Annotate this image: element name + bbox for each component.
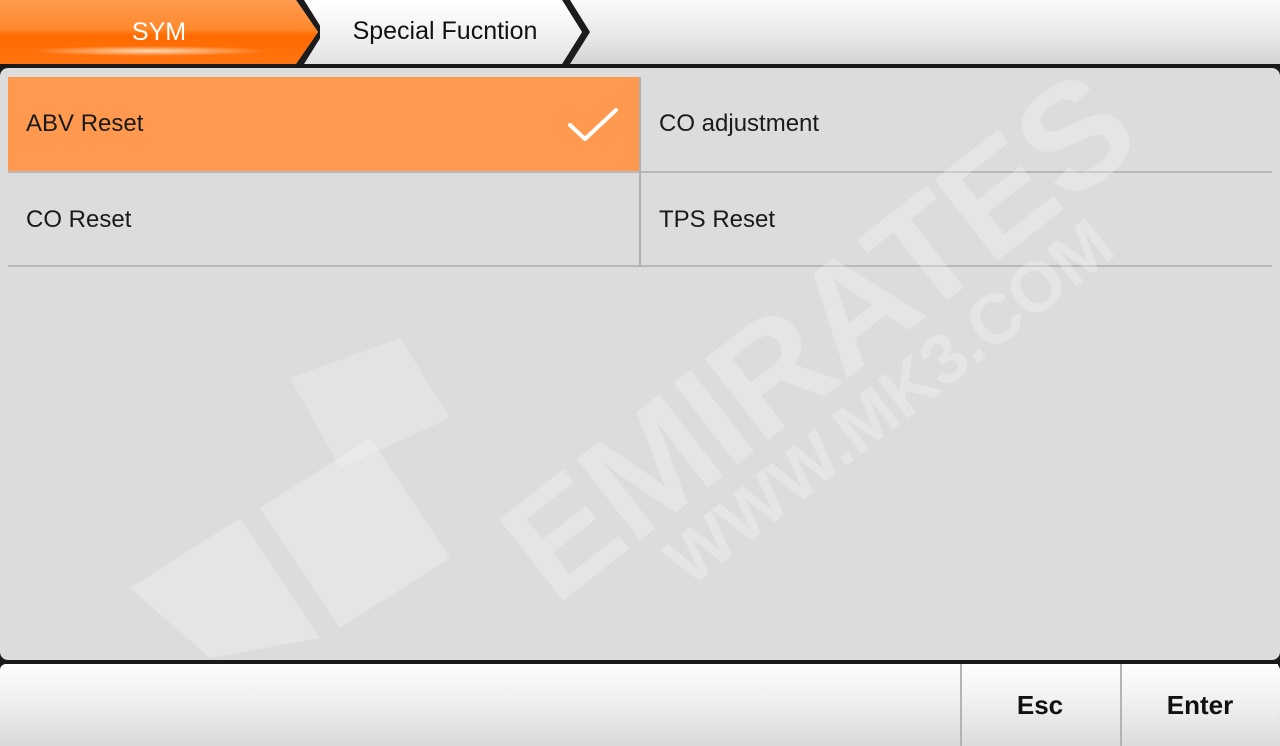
breadcrumb-item-label: Special Fucntion <box>352 16 538 45</box>
menu-item-label: CO Reset <box>26 206 132 233</box>
menu-item-co-adjustment[interactable]: CO adjustment <box>641 77 1272 171</box>
column-divider <box>639 77 641 267</box>
menu-item-label: ABV Reset <box>26 110 144 137</box>
menu-item-co-reset[interactable]: CO Reset <box>8 173 639 267</box>
breadcrumb-item-label: SYM <box>131 17 187 46</box>
menu-item-label: TPS Reset <box>659 206 776 233</box>
menu-item-label: CO adjustment <box>659 110 820 137</box>
breadcrumb-item-sym[interactable]: SYM <box>0 0 318 64</box>
breadcrumb: Special Fucntion SYM <box>0 0 1280 64</box>
menu-item-abv-reset[interactable]: ABV Reset <box>8 77 639 171</box>
bottom-action-bar: Esc Enter <box>0 664 1280 746</box>
function-list-panel: ABV Reset CO adjustment CO Reset TPS Res… <box>0 68 1280 660</box>
menu-item-tps-reset[interactable]: TPS Reset <box>641 173 1272 267</box>
app-window: Special Fucntion SYM ABV Reset CO adjust… <box>0 0 1280 746</box>
watermark-logo-icon <box>130 338 450 658</box>
enter-button[interactable]: Enter <box>1120 664 1278 746</box>
esc-button[interactable]: Esc <box>960 664 1118 746</box>
breadcrumb-item-special-function[interactable]: Special Fucntion <box>300 0 582 64</box>
checkmark-icon <box>568 108 618 141</box>
